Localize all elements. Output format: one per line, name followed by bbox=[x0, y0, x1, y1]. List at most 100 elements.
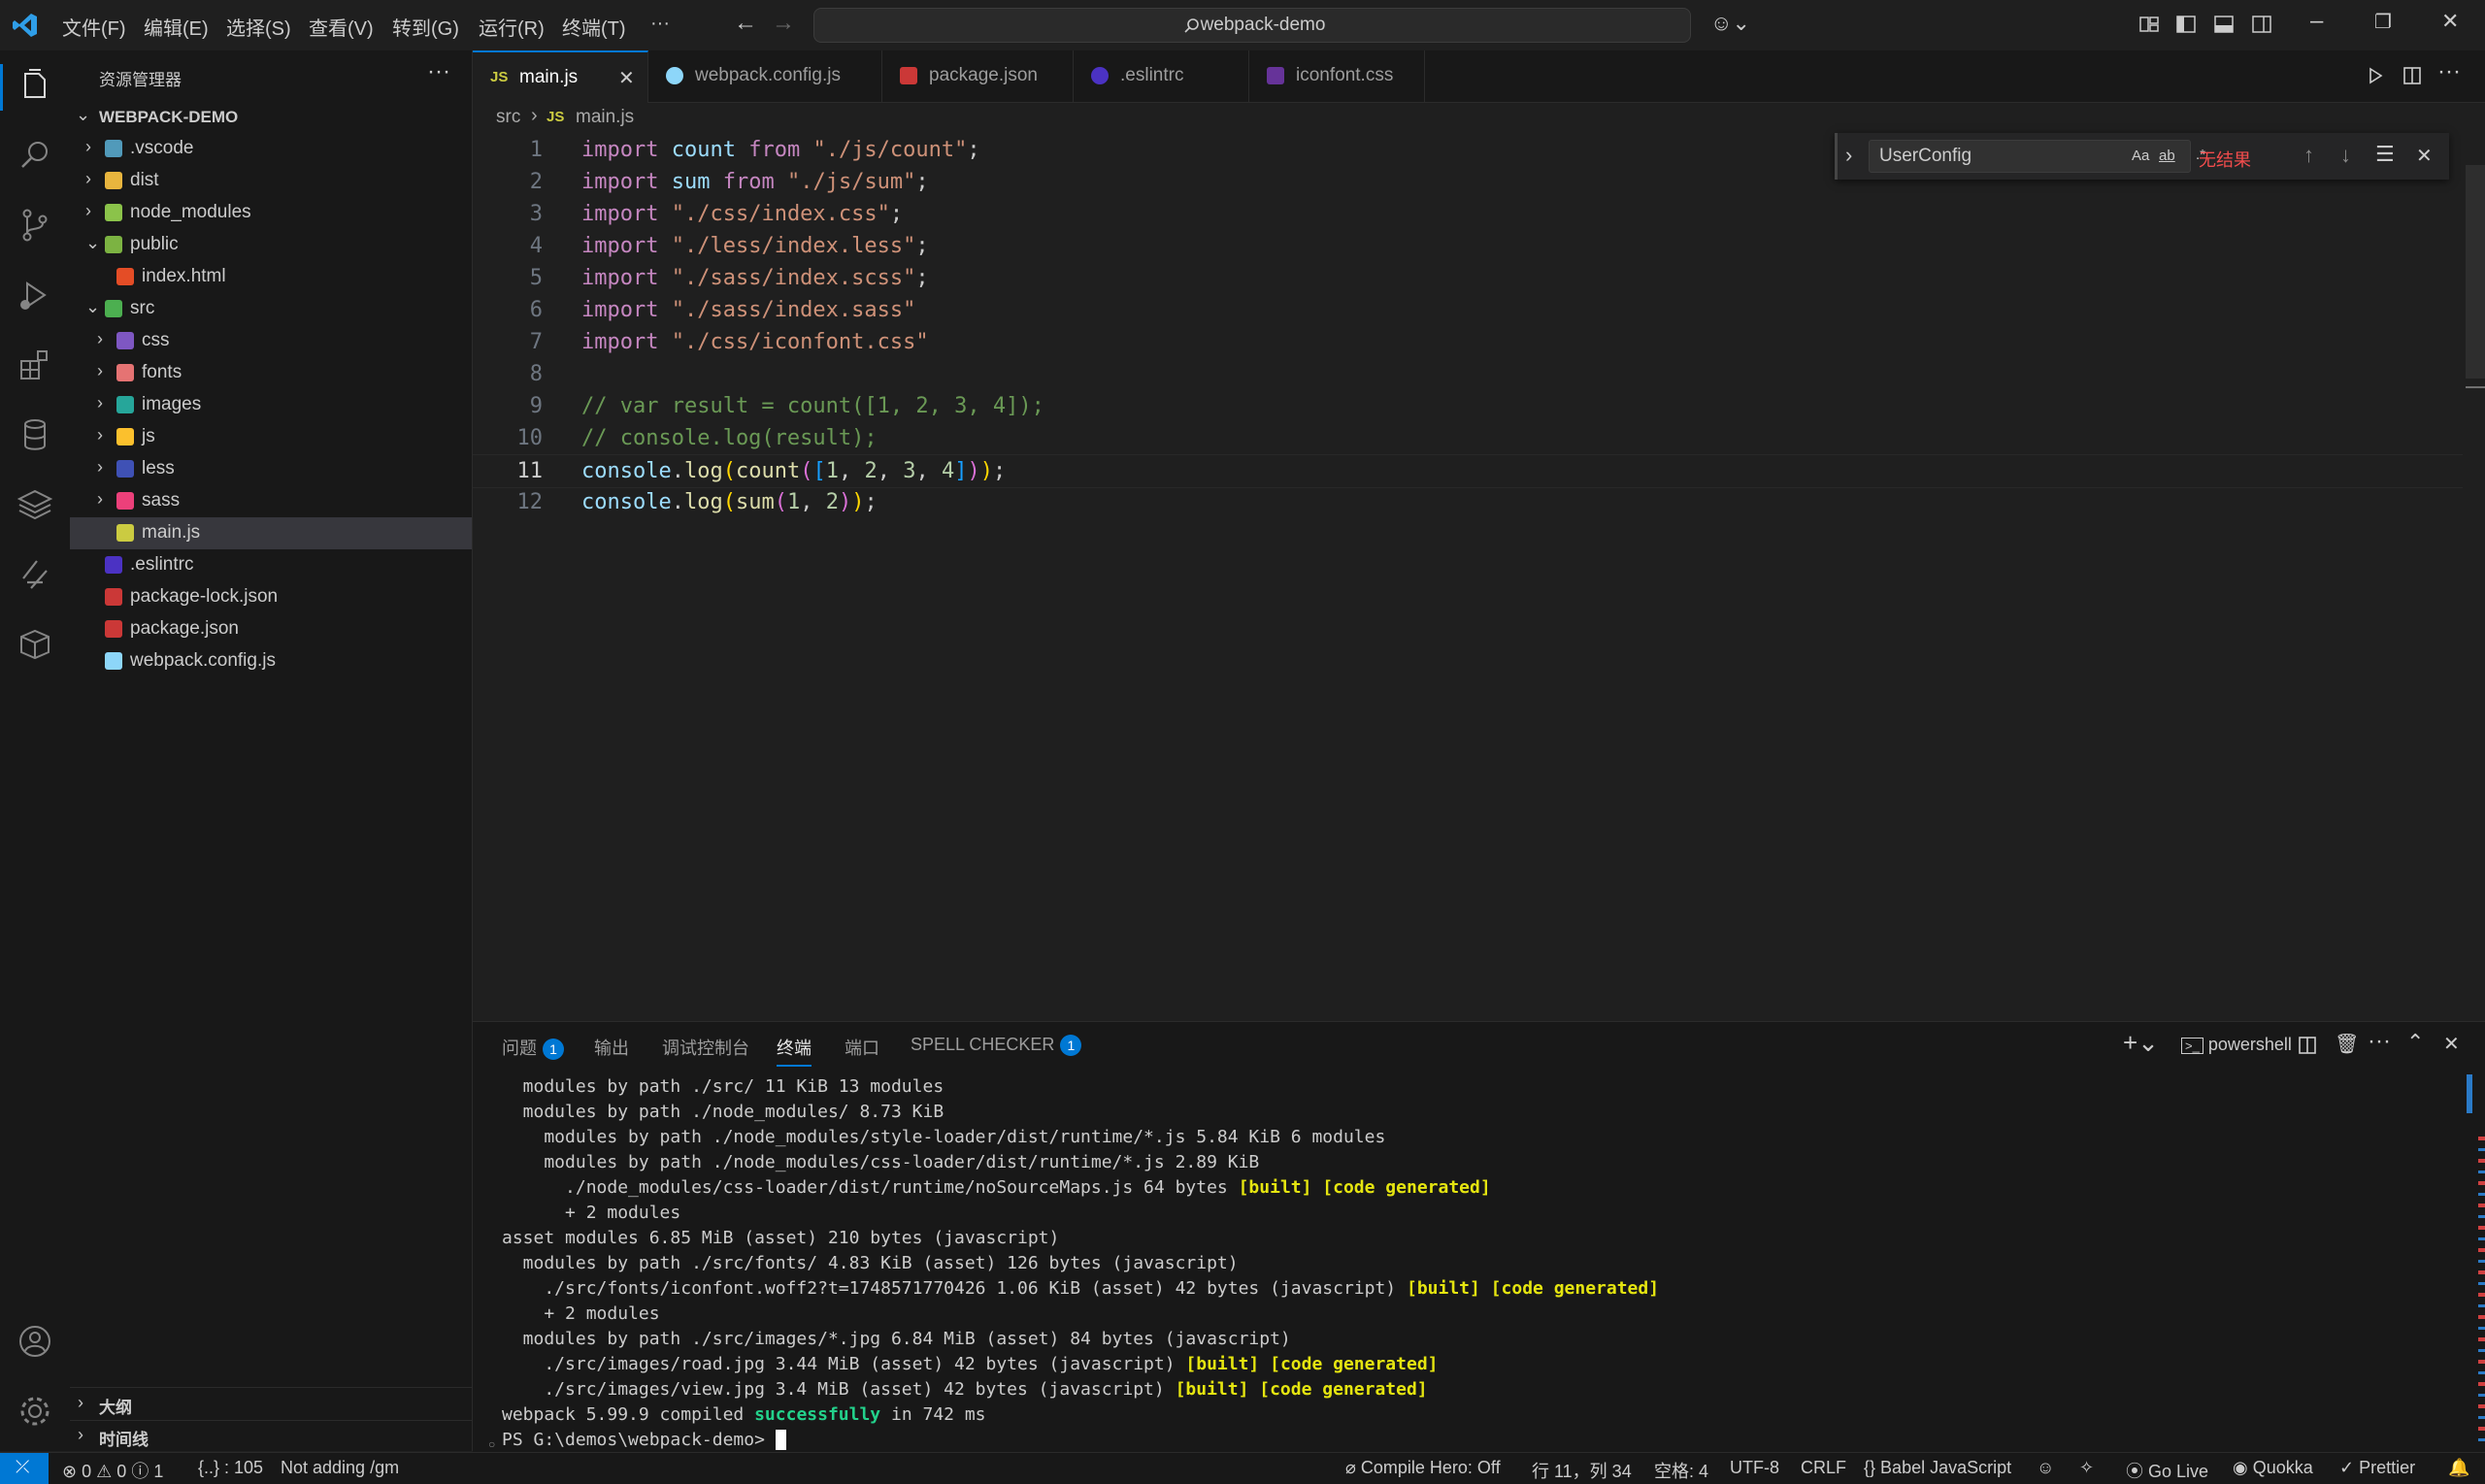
trash-icon[interactable]: 🗑 bbox=[2335, 1032, 2359, 1056]
menu-edit[interactable]: 编辑(E) bbox=[144, 13, 209, 41]
flutter-icon[interactable] bbox=[14, 553, 56, 596]
breadcrumb-file[interactable]: main.js bbox=[576, 107, 634, 128]
notifications-bell-icon[interactable]: 🔔 bbox=[2448, 1458, 2469, 1478]
run-debug-icon[interactable] bbox=[14, 274, 56, 316]
explorer-item-fonts[interactable]: › fonts bbox=[70, 357, 472, 389]
explorer-item-package-lock-json[interactable]: package-lock.json bbox=[70, 581, 472, 613]
toggle-secondary-sidebar-icon[interactable] bbox=[2252, 15, 2271, 34]
eol-status[interactable]: CRLF bbox=[1801, 1458, 1846, 1478]
tab-terminal[interactable]: 终端 bbox=[777, 1035, 812, 1067]
back-arrow-icon[interactable]: ← bbox=[734, 10, 757, 37]
layers-icon[interactable] bbox=[14, 483, 56, 526]
encoding-status[interactable]: UTF-8 bbox=[1730, 1458, 1779, 1478]
find-input[interactable]: UserConfig Aa ab .* bbox=[1869, 140, 2205, 173]
tab-ports[interactable]: 端口 bbox=[845, 1035, 879, 1060]
quokka-status[interactable]: ◉ Quokka bbox=[2233, 1458, 2313, 1478]
command-center-search[interactable]: webpack-demo bbox=[813, 8, 1691, 43]
timeline-section[interactable]: › 时间线 bbox=[70, 1421, 472, 1453]
selection-status[interactable]: {..} : 105 bbox=[198, 1458, 263, 1478]
explorer-item-less[interactable]: › less bbox=[70, 453, 472, 485]
manage-gear-icon[interactable] bbox=[14, 1390, 56, 1433]
run-icon[interactable] bbox=[2366, 66, 2385, 85]
tab-close-icon[interactable]: ✕ bbox=[618, 66, 635, 90]
remote-indicator[interactable]: ⤫ bbox=[0, 1453, 49, 1484]
toggle-panel-icon[interactable] bbox=[2214, 15, 2234, 34]
menu-run[interactable]: 运行(R) bbox=[479, 13, 545, 41]
database-icon[interactable] bbox=[14, 413, 56, 456]
close-window-icon[interactable]: ✕ bbox=[2441, 9, 2459, 34]
explorer-item-node-modules[interactable]: › node_modules bbox=[70, 197, 472, 229]
explorer-item-src[interactable]: ⌄ src bbox=[70, 293, 472, 325]
menu-go[interactable]: 转到(G) bbox=[392, 13, 459, 41]
menu-terminal[interactable]: 终端(T) bbox=[562, 13, 626, 41]
terminal-output[interactable]: modules by path ./src/ 11 KiB 13 modules… bbox=[473, 1071, 2463, 1451]
tab-problems[interactable]: 问题 1 bbox=[502, 1035, 564, 1060]
next-match-icon[interactable]: ↓ bbox=[2340, 143, 2351, 168]
remote-explorer-icon[interactable] bbox=[14, 623, 56, 666]
split-terminal-icon[interactable] bbox=[2298, 1036, 2317, 1055]
match-word-icon[interactable]: ab bbox=[2159, 148, 2175, 164]
tab-webpack-config[interactable]: webpack.config.js bbox=[648, 50, 882, 102]
copilot-status-icon[interactable]: ☺ bbox=[2037, 1458, 2054, 1478]
tab-output[interactable]: 输出 bbox=[594, 1035, 629, 1060]
explorer-item-dist[interactable]: › dist bbox=[70, 165, 472, 197]
explorer-item-package-json[interactable]: package.json bbox=[70, 613, 472, 645]
language-status[interactable]: {} Babel JavaScript bbox=[1864, 1458, 2011, 1478]
project-root[interactable]: ⌄ WEBPACK-DEMO bbox=[70, 101, 472, 133]
regex-note-status[interactable]: Not adding /gm bbox=[281, 1458, 399, 1478]
copilot-icon[interactable]: ☺⌄ bbox=[1710, 11, 1750, 36]
tab-iconfont-css[interactable]: iconfont.css bbox=[1249, 50, 1425, 102]
search-view-icon[interactable] bbox=[14, 134, 56, 177]
tab-spell-checker[interactable]: SPELL CHECKER 1 bbox=[911, 1035, 1082, 1056]
tab-main-js[interactable]: JS main.js ✕ bbox=[473, 50, 648, 103]
previous-match-icon[interactable]: ↑ bbox=[2303, 143, 2314, 168]
go-live-status[interactable]: ⦿ Go Live bbox=[2126, 1458, 2208, 1483]
minimize-icon[interactable]: – bbox=[2310, 8, 2323, 35]
explorer-icon[interactable] bbox=[14, 66, 56, 109]
tab-debug-console[interactable]: 调试控制台 bbox=[662, 1035, 749, 1060]
extensions-icon[interactable] bbox=[14, 344, 56, 386]
breadcrumb-folder[interactable]: src bbox=[496, 107, 520, 128]
find-in-selection-icon[interactable]: ☰ bbox=[2375, 142, 2395, 167]
menu-more[interactable]: ··· bbox=[650, 13, 670, 35]
indentation-status[interactable]: 空格: 4 bbox=[1654, 1458, 1708, 1483]
explorer-item-main-js[interactable]: main.js bbox=[70, 517, 472, 549]
toggle-sidebar-icon[interactable] bbox=[2176, 15, 2196, 34]
menu-file[interactable]: 文件(F) bbox=[62, 13, 126, 41]
restore-icon[interactable]: ❐ bbox=[2374, 10, 2392, 34]
problems-status[interactable]: ⊗ 0 ⚠ 0 ⓘ 1 bbox=[62, 1458, 163, 1483]
menu-view[interactable]: 查看(V) bbox=[309, 13, 374, 41]
editor-scrollbar[interactable] bbox=[2466, 165, 2485, 379]
panel-more-icon[interactable]: ··· bbox=[2368, 1028, 2391, 1055]
cursor-position-status[interactable]: 行 11，列 34 bbox=[1532, 1458, 1632, 1483]
sidebar-more-icon[interactable]: ··· bbox=[427, 58, 450, 85]
tab-package-json[interactable]: package.json bbox=[882, 50, 1074, 102]
explorer-item-eslintrc[interactable]: .eslintrc bbox=[70, 549, 472, 581]
toggle-replace-chevron-icon[interactable]: › bbox=[1845, 143, 1852, 168]
source-control-icon[interactable] bbox=[14, 204, 56, 247]
editor-more-icon[interactable]: ··· bbox=[2437, 58, 2461, 85]
split-editor-icon[interactable] bbox=[2402, 66, 2422, 85]
outline-section[interactable]: › 大纲 bbox=[70, 1389, 472, 1421]
prettier-status[interactable]: ✓ Prettier bbox=[2339, 1458, 2415, 1478]
explorer-item-index-html[interactable]: index.html bbox=[70, 261, 472, 293]
account-icon[interactable] bbox=[14, 1320, 56, 1363]
explorer-item-js[interactable]: › js bbox=[70, 421, 472, 453]
explorer-item-images[interactable]: › images bbox=[70, 389, 472, 421]
new-terminal-plus-icon[interactable]: +⌄ bbox=[2123, 1028, 2159, 1058]
explorer-item-public[interactable]: ⌄ public bbox=[70, 229, 472, 261]
menu-selection[interactable]: 选择(S) bbox=[226, 13, 291, 41]
tab-eslintrc[interactable]: .eslintrc bbox=[1074, 50, 1249, 102]
explorer-item-webpack-config-js[interactable]: webpack.config.js bbox=[70, 645, 472, 677]
compile-hero-status[interactable]: ⌀ Compile Hero: Off bbox=[1345, 1458, 1501, 1478]
flutter-status-icon[interactable]: ✧ bbox=[2079, 1458, 2094, 1478]
forward-arrow-icon[interactable]: → bbox=[772, 10, 795, 37]
customize-layout-icon[interactable] bbox=[2139, 15, 2159, 34]
explorer-item-sass[interactable]: › sass bbox=[70, 485, 472, 517]
explorer-item-css[interactable]: › css bbox=[70, 325, 472, 357]
find-close-icon[interactable]: ✕ bbox=[2416, 144, 2433, 168]
terminal-shell-selector[interactable]: >_ powershell bbox=[2181, 1035, 2292, 1055]
close-panel-icon[interactable]: ✕ bbox=[2443, 1032, 2460, 1056]
explorer-item-vscode[interactable]: › .vscode bbox=[70, 133, 472, 165]
match-case-icon[interactable]: Aa bbox=[2132, 148, 2149, 164]
